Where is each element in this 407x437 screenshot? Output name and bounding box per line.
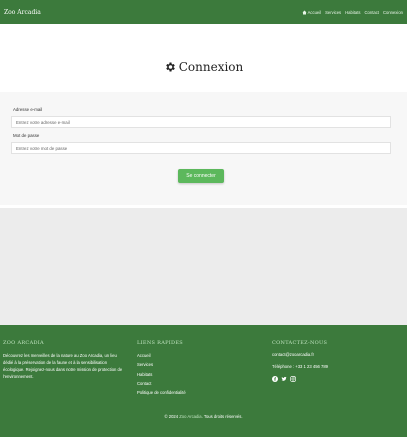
- home-icon: [302, 10, 307, 14]
- copyright: © 2024 Zoo Arcadia. Tous droits réservés…: [0, 414, 407, 419]
- gear-icon: [165, 62, 175, 72]
- email-field[interactable]: Entrez votre adresse e-mail: [11, 116, 391, 128]
- nav-item-contact[interactable]: Contact: [365, 10, 379, 15]
- password-label: Mot de passe: [13, 133, 40, 138]
- nav-item-accueil[interactable]: Accueil: [302, 9, 322, 15]
- footer: [0, 325, 407, 437]
- instagram-icon[interactable]: [290, 376, 296, 382]
- footer-contact-title: CONTACTEZ-NOUS: [272, 340, 328, 346]
- footer-email[interactable]: contact@zooarcadia.fr: [272, 352, 314, 357]
- page-title-text: Connexion: [178, 60, 244, 74]
- nav-item-services[interactable]: Services: [325, 10, 341, 15]
- email-label: Adresse e-mail: [13, 107, 43, 112]
- nav-item-connexion[interactable]: Connexion: [383, 10, 403, 15]
- footer-link-services[interactable]: Services: [137, 360, 186, 369]
- brand-logo[interactable]: Zoo Arcadia: [4, 9, 41, 16]
- navbar: Zoo Arcadia Accueil Services Habitats Co…: [0, 0, 407, 24]
- copyright-suffix: . Tous droits réservés.: [201, 414, 243, 419]
- footer-about-text: Découvrez les merveilles de la nature au…: [3, 353, 123, 379]
- login-button[interactable]: Se connecter: [178, 169, 224, 183]
- footer-link-accueil[interactable]: Accueil: [137, 351, 186, 360]
- facebook-icon[interactable]: [272, 376, 278, 382]
- password-field[interactable]: Entrez votre mot de passe: [11, 142, 391, 154]
- social-links: [272, 376, 296, 382]
- footer-quick-title: LIENS RAPIDES: [137, 340, 184, 346]
- nav-item-habitats[interactable]: Habitats: [345, 10, 360, 15]
- page-title: Connexion: [0, 60, 407, 74]
- footer-link-contact[interactable]: Contact: [137, 379, 186, 388]
- copyright-brand[interactable]: Zoo Arcadia: [179, 414, 201, 419]
- nav-links: Accueil Services Habitats Contact Connex…: [302, 10, 403, 15]
- footer-quick-links: Accueil Services Habitats Contact Politi…: [137, 351, 186, 397]
- copyright-prefix: © 2024: [164, 414, 179, 419]
- footer-phone: Téléphone : +33 1 23 456 789: [272, 364, 328, 369]
- footer-link-habitats[interactable]: Habitats: [137, 370, 186, 379]
- footer-about-title: ZOO ARCADIA: [3, 340, 44, 346]
- twitter-icon[interactable]: [281, 376, 287, 382]
- nav-item-accueil-label: Accueil: [307, 9, 322, 15]
- footer-link-privacy[interactable]: Politique de confidentialité: [137, 388, 186, 397]
